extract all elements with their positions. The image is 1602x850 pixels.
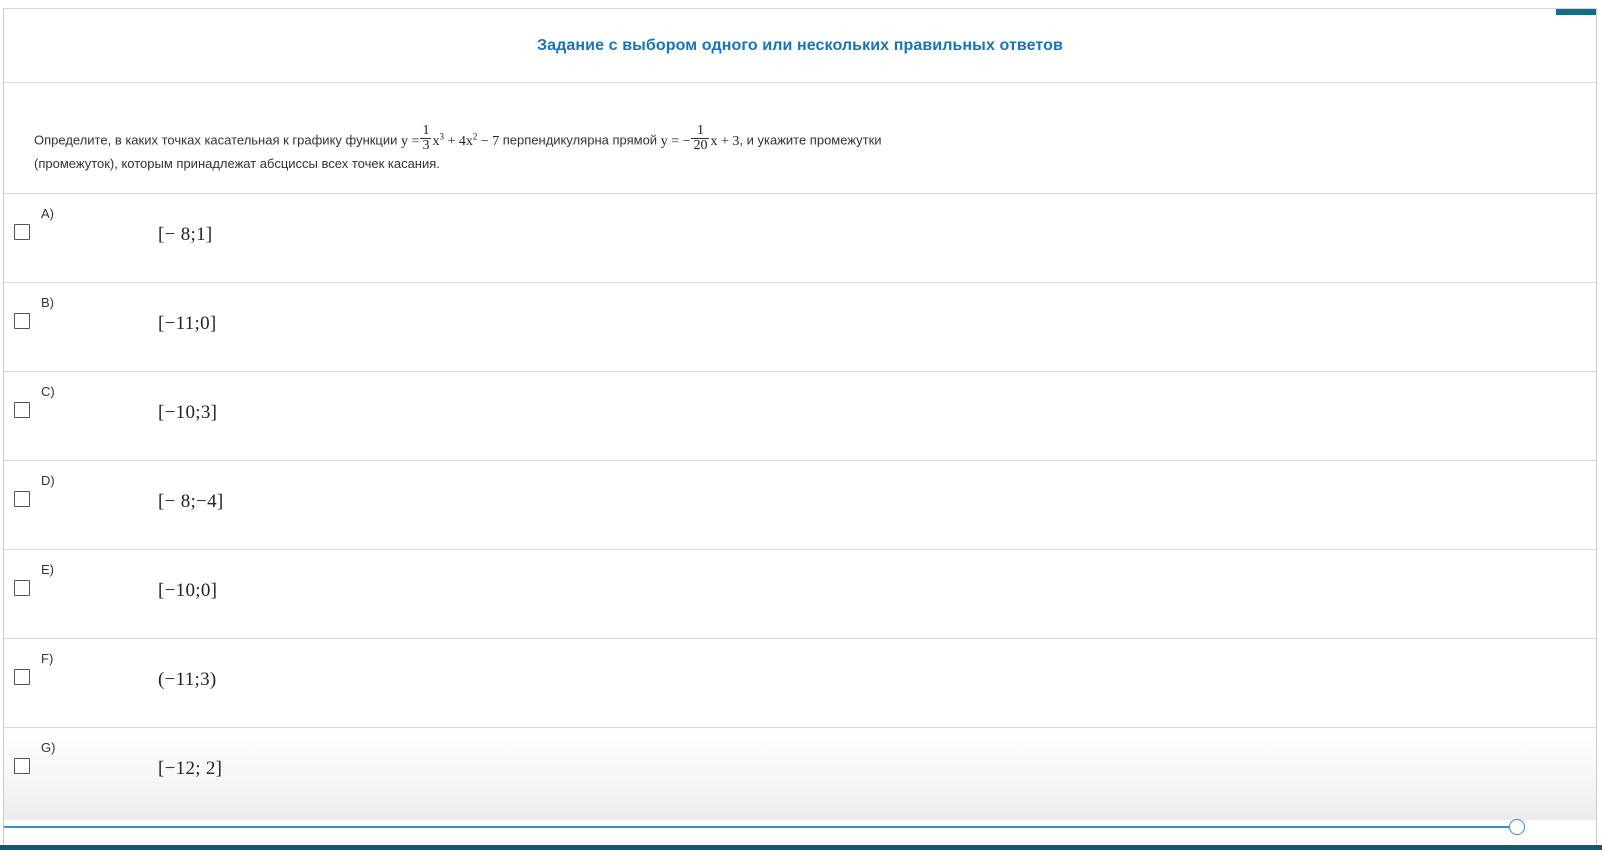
task-header: Задание с выбором одного или нескольких …: [4, 9, 1596, 83]
fraction-denominator: 20: [693, 138, 708, 153]
option-value: [−10;3]: [158, 402, 218, 423]
fraction-numerator: 1: [691, 124, 710, 139]
horizontal-scrollbar[interactable]: [4, 819, 1598, 835]
option-letter: B): [41, 295, 54, 310]
option-value: [−12; 2]: [158, 758, 223, 779]
fraction-denominator: 3: [422, 138, 430, 153]
bottom-bar: [0, 845, 1602, 850]
option-b[interactable]: B) [−11;0]: [4, 283, 1596, 372]
option-g[interactable]: G) [−12; 2]: [4, 728, 1596, 820]
formula-fraction: 13: [420, 123, 432, 153]
task-title: Задание с выбором одного или нескольких …: [537, 36, 1063, 54]
option-d[interactable]: D) [− 8;−4]: [4, 461, 1596, 550]
option-e[interactable]: E) [−10;0]: [4, 550, 1596, 639]
option-value: [− 8;1]: [158, 224, 213, 245]
option-letter: G): [41, 740, 56, 755]
line-formula: y = −1 20 x + 3: [660, 124, 740, 153]
option-g-checkbox[interactable]: [14, 758, 30, 774]
option-b-checkbox[interactable]: [14, 313, 30, 329]
question-text-mid: перпендикулярна прямой: [502, 132, 658, 148]
option-letter: D): [41, 473, 55, 488]
option-letter: F): [41, 651, 54, 666]
option-c-checkbox[interactable]: [14, 402, 30, 418]
scroll-track[interactable]: [4, 826, 1516, 828]
option-a-checkbox[interactable]: [14, 224, 30, 240]
task-frame: Задание с выбором одного или нескольких …: [3, 8, 1597, 846]
option-letter: A): [41, 206, 54, 221]
option-a[interactable]: A) [− 8;1]: [4, 194, 1596, 283]
option-letter: C): [41, 384, 55, 399]
option-e-checkbox[interactable]: [14, 580, 30, 596]
question-block: Определите, в каких точках касательная к…: [4, 83, 1596, 194]
question-text-start: Определите, в каких точках касательная к…: [34, 132, 398, 148]
line-rest: x + 3: [710, 133, 740, 149]
option-f[interactable]: F) (−11;3): [4, 639, 1596, 728]
option-value: [−11;0]: [158, 313, 217, 334]
fraction-numerator: 1: [420, 123, 432, 139]
formula-constant: − 7: [480, 133, 500, 149]
option-value: (−11;3): [158, 669, 217, 690]
option-c[interactable]: C) [−10;3]: [4, 372, 1596, 461]
option-letter: E): [41, 562, 54, 577]
option-value: [−10;0]: [158, 580, 218, 601]
option-f-checkbox[interactable]: [14, 669, 30, 685]
line-y: y = −: [660, 133, 691, 149]
formula-y: y =: [401, 133, 420, 149]
answer-options: A) [− 8;1] B) [−11;0] C) [−10;3] D) [− 8…: [4, 194, 1596, 820]
function-formula: y = 1 3 x3 + 4x2 − 7: [401, 124, 503, 153]
line-fraction: 1 20: [691, 124, 710, 153]
formula-term: + 4x: [447, 133, 473, 149]
formula-exponent: 2: [472, 131, 478, 142]
formula-exponent: 3: [439, 131, 444, 142]
question-text: Определите, в каких точках касательная к…: [34, 124, 954, 172]
scroll-handle[interactable]: [1509, 819, 1525, 835]
option-value: [− 8;−4]: [158, 491, 224, 512]
option-d-checkbox[interactable]: [14, 491, 30, 507]
